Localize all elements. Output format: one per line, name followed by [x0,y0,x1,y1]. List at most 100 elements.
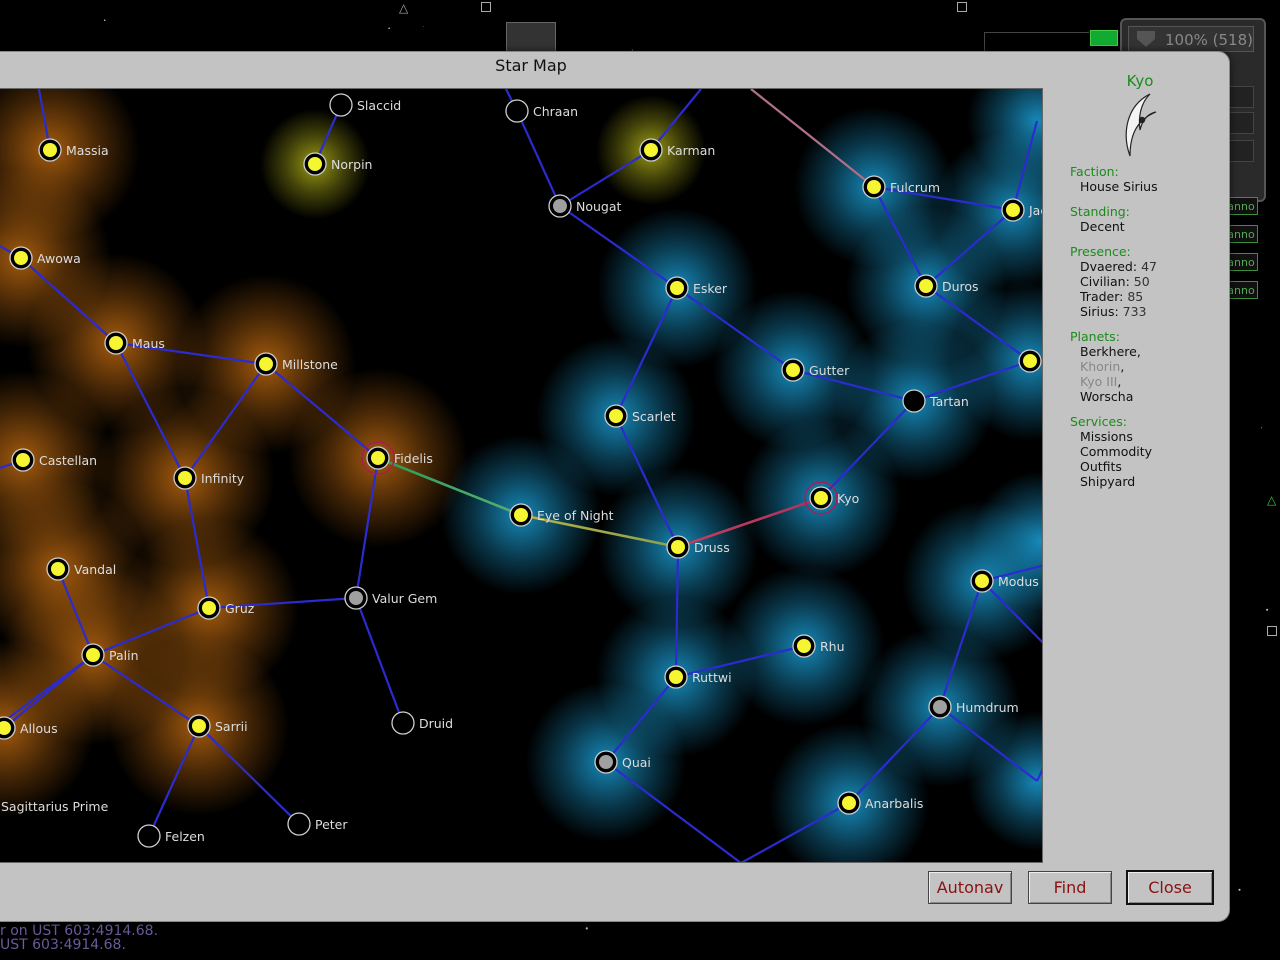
system-peter[interactable]: Peter [287,812,348,836]
shield-icon [1137,31,1155,47]
system-dot-icon [192,719,206,733]
star-map-canvas[interactable]: Massia Slaccid Norpin Chraan Karman Nougat Ful… [0,88,1043,863]
system-duros[interactable]: Duros [914,274,979,298]
system-scarlet[interactable]: Scarlet [604,404,676,428]
system-quai[interactable]: Quai [594,750,651,774]
system-norpin[interactable]: Norpin [303,152,372,176]
system-dot-icon [919,279,933,293]
system-millstone[interactable]: Millstone [254,352,338,376]
sirius-faction-logo-icon [1125,93,1157,157]
system-esker[interactable]: Esker [665,276,728,300]
planet-separator: , [1136,344,1141,359]
system-label: Fidelis [394,451,433,466]
system-sarrii[interactable]: Sarrii [187,714,248,738]
system-vandal[interactable]: Vandal [46,557,116,581]
presence-value: 50 [1133,274,1150,289]
system-dot-icon [609,409,623,423]
system-sagittarius-prime[interactable]: Sagittarius Prime [1,799,109,814]
system-dot-icon [202,601,216,615]
system-dot-icon [1023,354,1037,368]
service-item: Shipyard [1080,474,1136,489]
planet-name: Kyo III [1080,374,1118,389]
planet-item[interactable]: Khorin, [1080,359,1141,374]
system-anarbalis[interactable]: Anarbalis [837,791,923,815]
system-label: Nougat [576,199,622,214]
presence-item: Dvaered: 47 [1080,259,1157,274]
system-label: Palin [109,648,139,663]
presence-item: Sirius: 733 [1080,304,1157,319]
system-label: Sagittarius Prime [1,799,109,814]
planet-item[interactable]: Berkhere, [1080,344,1141,359]
system-felzen[interactable]: Felzen [137,824,205,848]
system-dot-icon [43,143,57,157]
presence-label: Presence: [1070,244,1131,259]
background-star [585,927,588,930]
system-label: Scarlet [632,409,676,424]
background-star [1266,608,1269,611]
system-humdrum[interactable]: Humdrum [928,695,1019,719]
system-label: Karman [667,143,715,158]
system-gutter[interactable]: Gutter [781,358,850,382]
system-label: Valur Gem [372,591,437,606]
system-ring-icon [329,93,353,117]
system-eye-of-night[interactable]: Eye of Night [509,503,614,527]
system-dot-icon [109,336,123,350]
hud-triangle-marker-icon: △ [1267,493,1277,507]
find-button[interactable]: Find [1028,871,1112,904]
system-castellan[interactable]: Castellan [11,448,97,472]
system-chraan[interactable]: Chraan [505,99,578,123]
presence-faction: Trader: [1080,289,1128,304]
hud-square-marker-icon [1267,626,1277,636]
system-palin[interactable]: Palin [81,643,139,667]
system-tartan[interactable]: Tartan [902,389,969,413]
system-modus-m[interactable]: Modus M [970,569,1043,593]
system-slaccid[interactable]: Slaccid [329,93,401,117]
system-valur-gem[interactable]: Valur Gem [344,586,437,610]
system-nougat[interactable]: Nougat [548,194,622,218]
system-ring-icon [391,711,415,735]
system-fulcrum[interactable]: Fulcrum [862,175,940,199]
system-label: Peter [315,817,348,832]
system-label: Humdrum [956,700,1019,715]
background-star [388,27,391,30]
service-item: Commodity [1080,444,1153,459]
system-maus[interactable]: Maus [104,331,165,355]
system-druss[interactable]: Druss [666,535,730,559]
system-dot-icon [259,357,273,371]
service-list: Missions Commodity Outfits Shipyard [1080,429,1152,489]
system-massia[interactable]: Massia [38,138,109,162]
system-label: Chraan [533,104,578,119]
system-label: Gruz [225,601,255,616]
system-druid[interactable]: Druid [391,711,453,735]
hud-square-marker-icon [481,2,491,12]
system-dot-icon [514,508,528,522]
system-label: Allous [20,721,58,736]
system-infinity[interactable]: Infinity [173,466,245,490]
system-gruz[interactable]: Gruz [197,596,255,620]
system-ring-icon [137,824,161,848]
system-allous[interactable]: Allous [0,716,58,740]
system-ruttwi[interactable]: Ruttwi [664,665,732,689]
system-label: Ruttwi [692,670,732,685]
system-awowa[interactable]: Awowa [9,246,81,270]
planet-item[interactable]: Kyo III, [1080,374,1141,389]
star-map-graph[interactable]: Massia Slaccid Norpin Chraan Karman Nougat Ful… [0,89,1043,862]
system-label: Anarbalis [865,796,923,811]
jump-lane [354,597,405,724]
log-line: r on UST 603:4914.68. [0,923,159,939]
hud-triangle-marker-icon: △ [399,1,409,15]
autonav-button[interactable]: Autonav [928,871,1012,904]
system-label: Sarrii [215,719,248,734]
standing-label: Standing: [1070,204,1130,219]
presence-faction: Dvaered: [1080,259,1142,274]
system-karman[interactable]: Karman [639,138,715,162]
standing-value: Decent [1080,219,1125,234]
system-label: Fulcrum [890,180,940,195]
presence-list: Dvaered: 47 Civilian: 50 Trader: 85 Sirius:… [1080,259,1157,319]
system-label: Rhu [820,639,845,654]
close-button[interactable]: Close [1126,870,1214,905]
system-label: Felzen [165,829,205,844]
planet-item[interactable]: Worscha [1080,389,1141,404]
system-ring-icon [902,389,926,413]
system-label: Quai [622,755,651,770]
